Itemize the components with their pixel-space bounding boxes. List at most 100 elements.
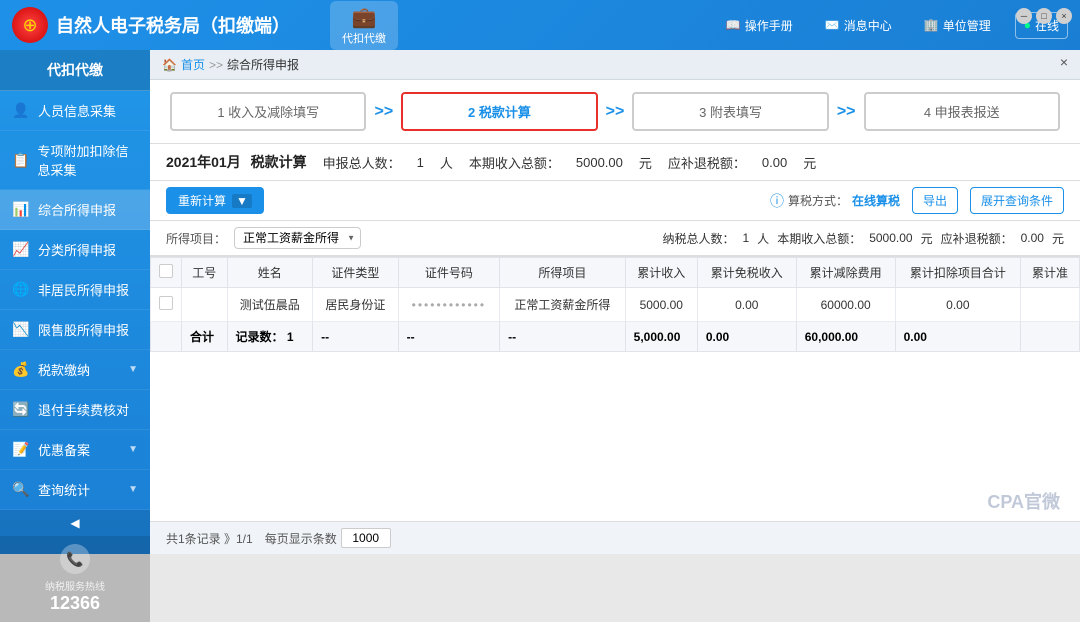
wallet-icon: 💼 [352, 5, 377, 30]
personnel-icon: 👤 [12, 102, 30, 120]
info-icon: ⓘ [770, 191, 784, 211]
table-header-row: 工号 姓名 证件类型 证件号码 所得项目 累计收入 累计免税收入 累计减除费用 … [151, 258, 1080, 288]
preferential-icon: 📝 [12, 441, 30, 459]
step-arrow-2: >> [598, 103, 633, 121]
sidebar-item-nonresident[interactable]: 🌐 非居民所得申报 [0, 270, 150, 310]
toolbar-right: ⓘ 算税方式： 在线算税 导出 展开查询条件 [770, 187, 1064, 214]
message-btn[interactable]: ✉️ 消息中心 [817, 13, 900, 38]
select-all-checkbox[interactable] [159, 264, 173, 278]
dakou-icon-btn[interactable]: 💼 代扣代缴 [330, 1, 398, 50]
data-table-container: 工号 姓名 证件类型 证件号码 所得项目 累计收入 累计免税收入 累计减除费用 … [150, 256, 1080, 521]
table-footer-row: 合计 记录数： 1 -- -- -- 5,000.00 0.00 60,000.… [151, 322, 1080, 352]
sidebar-item-tax-payment[interactable]: 💰 税款缴纳 ▼ [0, 350, 150, 390]
sidebar-item-query[interactable]: 🔍 查询统计 ▼ [0, 470, 150, 510]
refund-value: 0.00 [762, 155, 787, 170]
th-checkbox[interactable] [151, 258, 182, 288]
income-type-label: 所得项目： [166, 230, 226, 247]
per-page-label: 每页显示条数 [265, 530, 337, 547]
th-cumulative-income: 累计收入 [625, 258, 697, 288]
cell-id-number: •••••••••••• [398, 288, 500, 322]
unit-btn[interactable]: 🏢 单位管理 [916, 13, 999, 38]
sidebar-collapse-btn[interactable]: ◀ [0, 510, 150, 536]
sidebar-item-label: 综合所得申报 [38, 200, 116, 219]
taxpayer-unit: 人 [757, 230, 769, 247]
footer-tax-exempt: 0.00 [697, 322, 796, 352]
th-id-number: 证件号码 [398, 258, 500, 288]
sidebar-header: 代扣代缴 [0, 50, 150, 91]
tax-refund-label: 应补退税额： [941, 230, 1013, 247]
collapse-icon: ◀ [70, 516, 79, 530]
app-title: 自然人电子税务局（扣缴端） [56, 12, 290, 38]
sidebar-item-label: 专项附加扣除信息采集 [37, 141, 138, 179]
query-icon: 🔍 [12, 481, 30, 499]
minimize-button[interactable]: ─ [1016, 8, 1032, 24]
export-button[interactable]: 导出 [912, 187, 958, 214]
cell-cumulative-income: 5000.00 [625, 288, 697, 322]
sidebar-item-label: 分类所得申报 [38, 240, 116, 259]
sidebar: 代扣代缴 👤 人员信息采集 📋 专项附加扣除信息采集 📊 综合所得申报 📈 分类… [0, 50, 150, 554]
per-page-input[interactable] [341, 528, 391, 548]
th-income-type: 所得项目 [500, 258, 626, 288]
income-type-select[interactable]: 正常工资薪金所得 [234, 227, 361, 249]
sidebar-item-preferential[interactable]: 📝 优惠备案 ▼ [0, 430, 150, 470]
refund-icon: 🔄 [12, 401, 30, 419]
page-close-icon[interactable]: × [1060, 54, 1068, 70]
close-button[interactable]: × [1056, 8, 1072, 24]
footer-label: 合计 [182, 322, 228, 352]
sidebar-item-personnel[interactable]: 👤 人员信息采集 [0, 91, 150, 131]
cell-project-total: 0.00 [895, 288, 1021, 322]
report-count-label: 申报总人数： [323, 153, 401, 172]
filter-row: 所得项目： 正常工资薪金所得 纳税总人数： 1 人 本期收入总额： 5000.0… [150, 221, 1080, 256]
row-checkbox[interactable] [159, 296, 173, 310]
step-1[interactable]: 1 收入及减除填写 [170, 92, 366, 131]
sidebar-item-special-deduction[interactable]: 📋 专项附加扣除信息采集 [0, 131, 150, 190]
th-project-total: 累计扣除项目合计 [895, 258, 1021, 288]
sidebar-item-comprehensive[interactable]: 📊 综合所得申报 [0, 190, 150, 230]
breadcrumb-home[interactable]: 首页 [181, 56, 205, 73]
footer-col3: -- [313, 322, 399, 352]
step-4[interactable]: 4 申报表报送 [864, 92, 1060, 131]
period-income-value: 5000.00 [869, 231, 912, 245]
cell-id-type: 居民身份证 [313, 288, 399, 322]
sidebar-item-refund[interactable]: 🔄 退付手续费核对 [0, 390, 150, 430]
manual-icon: 📖 [726, 18, 741, 32]
sidebar-item-classified[interactable]: 📈 分类所得申报 [0, 230, 150, 270]
tax-method: ⓘ 算税方式： 在线算税 [770, 191, 900, 211]
sidebar-item-label: 退付手续费核对 [38, 400, 129, 419]
app-logo: ⊕ [12, 7, 48, 43]
th-employee-id: 工号 [182, 258, 228, 288]
toolbar: 重新计算 ▼ ⓘ 算税方式： 在线算税 导出 展开查询条件 [150, 181, 1080, 221]
step-arrow-1: >> [366, 103, 401, 121]
tax-method-label: 算税方式： [788, 192, 848, 209]
income-unit: 元 [639, 153, 652, 172]
period-income-label: 本期收入总额： [777, 230, 861, 247]
title-bar: ⊕ 自然人电子税务局（扣缴端） 💼 代扣代缴 📖 操作手册 ✉️ 消息中心 🏢 … [0, 0, 1080, 50]
main-layout: 代扣代缴 👤 人员信息采集 📋 专项附加扣除信息采集 📊 综合所得申报 📈 分类… [0, 50, 1080, 554]
step-bar: 1 收入及减除填写 >> 2 税款计算 >> 3 附表填写 >> 4 申报表报送 [150, 80, 1080, 144]
manual-btn[interactable]: 📖 操作手册 [718, 13, 801, 38]
unit-icon: 🏢 [924, 18, 939, 32]
step-arrow-3: >> [829, 103, 864, 121]
step-3[interactable]: 3 附表填写 [632, 92, 828, 131]
maximize-button[interactable]: □ [1036, 8, 1052, 24]
row-checkbox-cell[interactable] [151, 288, 182, 322]
restricted-stock-icon: 📉 [12, 321, 30, 339]
report-count-value: 1 [417, 155, 424, 170]
recalc-button[interactable]: 重新计算 ▼ [166, 187, 264, 214]
home-icon: 🏠 [162, 58, 177, 72]
expand-query-button[interactable]: 展开查询条件 [970, 187, 1064, 214]
footer-standard [1021, 322, 1080, 352]
bottom-bar: 共1条记录 》1/1 每页显示条数 [150, 521, 1080, 554]
hotline-icon: 📞 [60, 544, 90, 574]
refund-unit: 元 [803, 153, 816, 172]
pagination-info: 共1条记录 》1/1 [166, 530, 253, 547]
cell-tax-exempt: 0.00 [697, 288, 796, 322]
data-table: 工号 姓名 证件类型 证件号码 所得项目 累计收入 累计免税收入 累计减除费用 … [150, 257, 1080, 352]
sidebar-item-label: 税款缴纳 [38, 360, 90, 379]
filter-right-info: 纳税总人数： 1 人 本期收入总额： 5000.00 元 应补退税额： 0.00… [662, 230, 1064, 247]
breadcrumb-sep: >> [209, 58, 223, 72]
income-type-select-wrapper[interactable]: 正常工资薪金所得 [234, 227, 361, 249]
step-2[interactable]: 2 税款计算 [401, 92, 597, 131]
deduction-icon: 📋 [12, 151, 29, 169]
sidebar-item-restricted-stock[interactable]: 📉 限售股所得申报 [0, 310, 150, 350]
